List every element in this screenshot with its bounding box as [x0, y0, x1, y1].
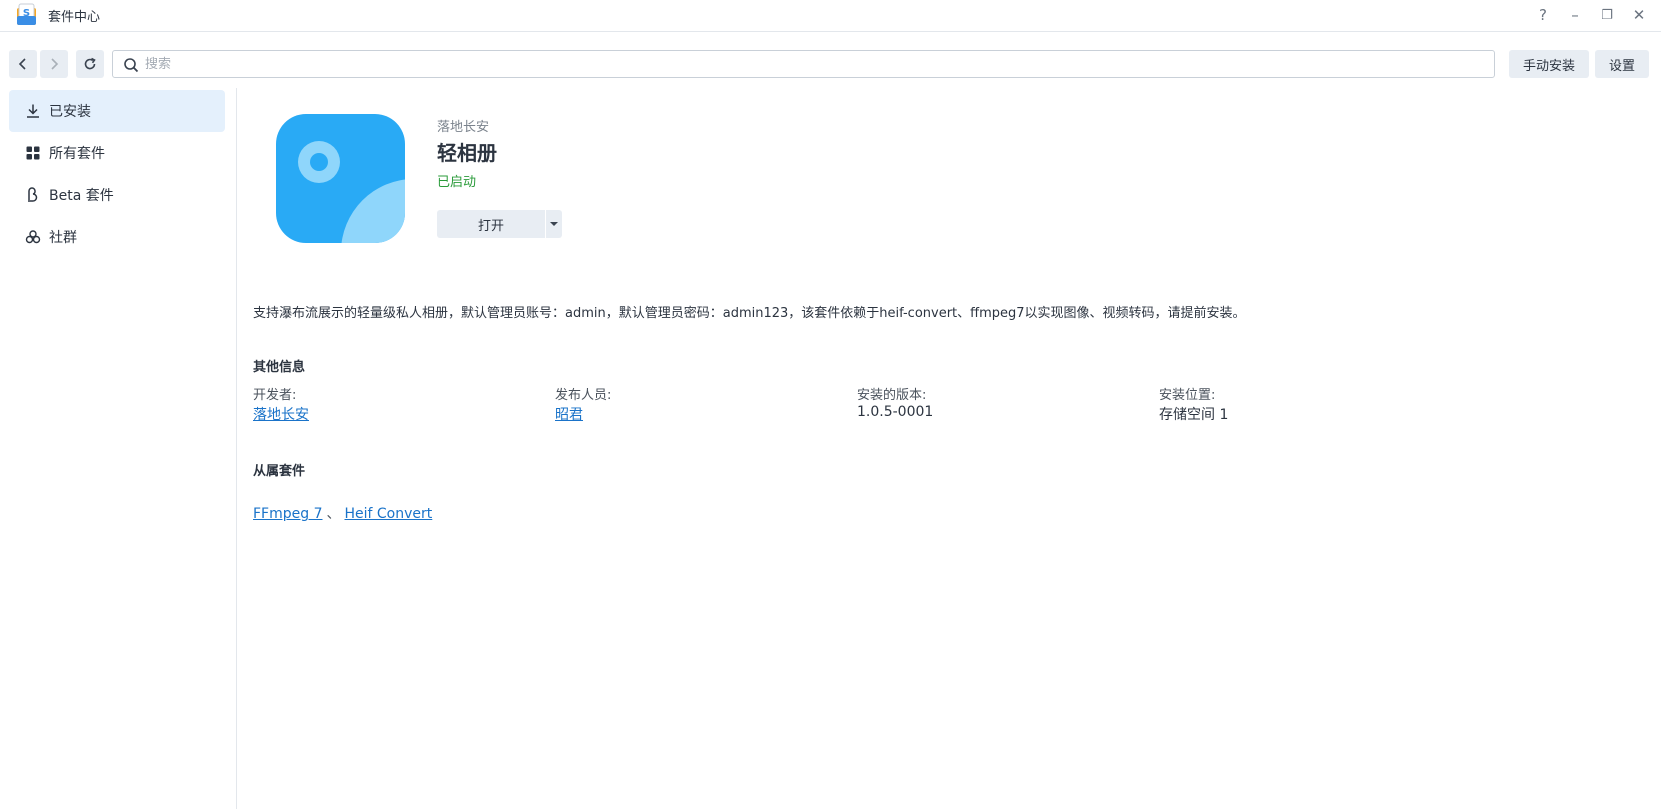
package-center-app-icon: S: [17, 3, 36, 25]
forward-button[interactable]: [40, 50, 68, 78]
svg-text:S: S: [23, 8, 30, 19]
sidebar-item-label: 社群: [49, 230, 77, 246]
sidebar-item-installed[interactable]: 已安装: [9, 90, 225, 132]
restore-icon[interactable]: ❐: [1596, 4, 1618, 26]
settings-button[interactable]: 设置: [1595, 50, 1649, 78]
dependency-separator: 、: [326, 506, 341, 522]
sidebar: 已安装 所有套件 Beta 套件 社群: [0, 88, 237, 809]
window-title: 套件中心: [48, 10, 101, 25]
package-detail-panel: [238, 88, 1661, 809]
open-dropdown-button[interactable]: [546, 210, 562, 238]
grid-icon: [23, 143, 43, 163]
manual-install-button[interactable]: 手动安装: [1509, 50, 1589, 78]
open-button[interactable]: 打开: [437, 210, 545, 238]
sidebar-item-beta[interactable]: Beta 套件: [9, 174, 225, 216]
sidebar-item-community[interactable]: 社群: [9, 216, 225, 258]
search-input[interactable]: [145, 53, 1475, 75]
installed-version-value: 1.0.5-0001: [857, 404, 934, 420]
refresh-button[interactable]: [76, 50, 104, 78]
refresh-icon: [84, 57, 96, 70]
community-icon: [23, 227, 43, 247]
sidebar-item-label: Beta 套件: [49, 188, 114, 204]
package-name: 轻相册: [437, 141, 497, 165]
install-location-label: 安装位置:: [1159, 388, 1216, 403]
chevron-left-icon: [18, 58, 26, 70]
package-developer: 落地长安: [437, 120, 490, 135]
photo-album-app-icon: [276, 114, 405, 243]
package-description: 支持瀑布流展示的轻量级私人相册，默认管理员账号：admin，默认管理员密码：ad…: [253, 306, 1246, 321]
back-button[interactable]: [9, 50, 37, 78]
dependency-link-heif-convert[interactable]: Heif Convert: [345, 506, 433, 522]
close-icon[interactable]: ✕: [1628, 4, 1650, 26]
help-icon[interactable]: ?: [1532, 4, 1554, 26]
install-location-value: 存储空间 1: [1159, 407, 1229, 423]
download-icon: [23, 101, 43, 121]
chevron-right-icon: [51, 58, 59, 70]
developer-label: 开发者:: [253, 388, 297, 403]
beta-icon: [23, 185, 43, 205]
sidebar-item-all-packages[interactable]: 所有套件: [9, 132, 225, 174]
dependency-list: FFmpeg 7、 Heif Convert: [253, 503, 432, 523]
installed-version-label: 安装的版本:: [857, 388, 927, 403]
caret-down-icon: [550, 222, 558, 226]
other-info-title: 其他信息: [253, 360, 306, 375]
title-bar: S 套件中心 ? – ❐ ✕: [0, 0, 1661, 32]
minimize-icon[interactable]: –: [1564, 4, 1586, 26]
dependency-link-ffmpeg[interactable]: FFmpeg 7: [253, 506, 323, 522]
search-box[interactable]: [112, 50, 1495, 78]
sidebar-item-label: 已安装: [49, 104, 91, 120]
search-icon: [124, 58, 139, 73]
publisher-link[interactable]: 昭君: [555, 404, 583, 424]
dependencies-title: 从属套件: [253, 464, 306, 479]
developer-link[interactable]: 落地长安: [253, 404, 309, 424]
sidebar-item-label: 所有套件: [49, 146, 105, 162]
publisher-label: 发布人员:: [555, 388, 612, 403]
package-status: 已启动: [437, 175, 477, 190]
